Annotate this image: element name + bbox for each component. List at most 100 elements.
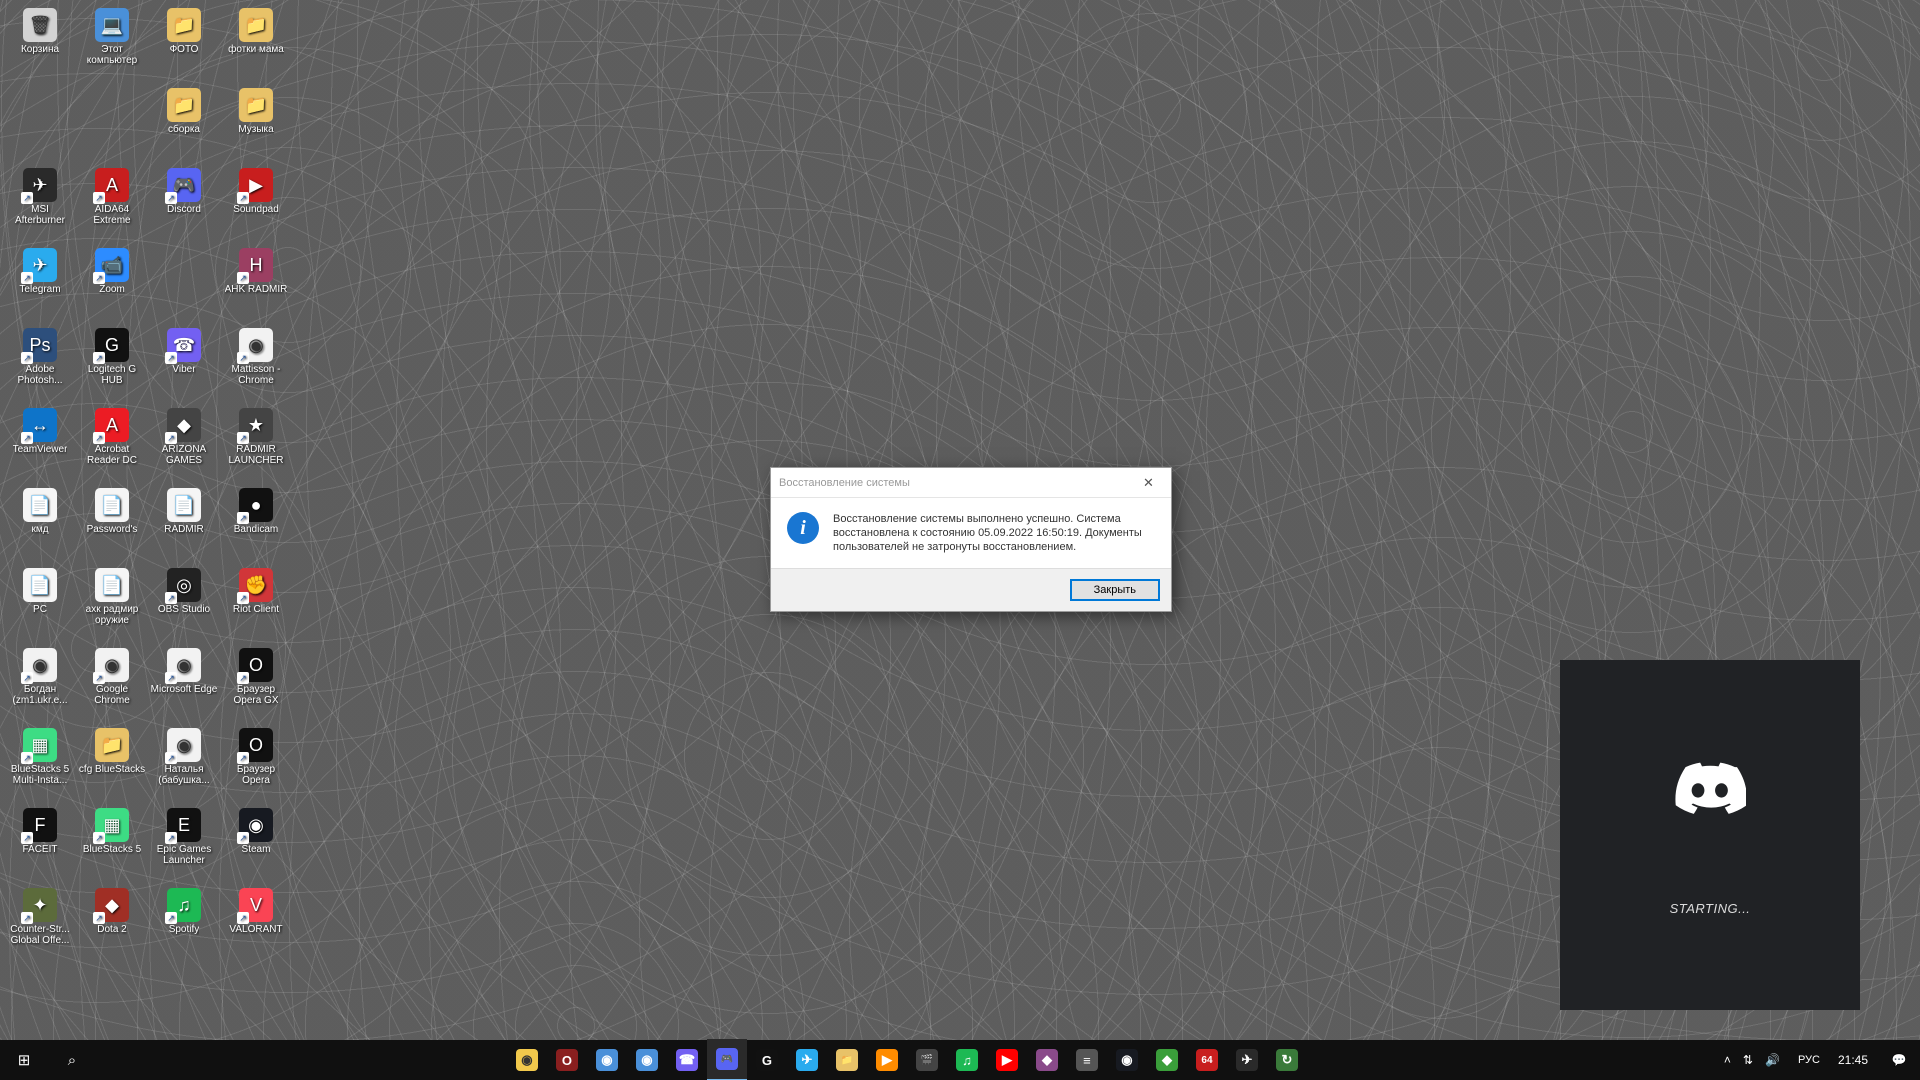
- desktop-icon[interactable]: H↗AHK RADMIR: [220, 244, 292, 324]
- desktop-icon[interactable]: A↗Acrobat Reader DC: [76, 404, 148, 484]
- taskbar-app-youtube[interactable]: ▶: [987, 1040, 1027, 1080]
- taskbar-app-movies[interactable]: 🎬: [907, 1040, 947, 1080]
- desktop-icon[interactable]: ★↗RADMIR LAUNCHER: [220, 404, 292, 484]
- desktop-icon[interactable]: F↗FACEIT: [4, 804, 76, 884]
- desktop-icon[interactable]: ✊↗Riot Client: [220, 564, 292, 644]
- desktop-icon-label: TeamViewer: [13, 444, 68, 455]
- app-icon: ✊↗: [239, 568, 273, 602]
- desktop-icon[interactable]: ▶↗Soundpad: [220, 164, 292, 244]
- desktop-icon-label: Этот компьютер: [78, 44, 146, 66]
- desktop-icon[interactable]: 📄Password's: [76, 484, 148, 564]
- desktop-icon[interactable]: ◉↗Google Chrome: [76, 644, 148, 724]
- clock[interactable]: 21:45: [1832, 1053, 1874, 1067]
- desktop-icon[interactable]: O↗Браузер Opera: [220, 724, 292, 804]
- desktop-icon[interactable]: ●↗Bandicam: [220, 484, 292, 564]
- start-button[interactable]: ⊞: [0, 1040, 48, 1080]
- shortcut-arrow-icon: ↗: [237, 672, 249, 684]
- taskbar-app-chrome-3[interactable]: ◉: [627, 1040, 667, 1080]
- desktop-icon[interactable]: 📄ахк радмир оружие: [76, 564, 148, 644]
- taskbar-app-chrome-2[interactable]: ◉: [587, 1040, 627, 1080]
- desktop-icon[interactable]: A↗AIDA64 Extreme: [76, 164, 148, 244]
- desktop-icon[interactable]: 📁сборка: [148, 84, 220, 164]
- desktop-icon[interactable]: 📹↗Zoom: [76, 244, 148, 324]
- desktop-icon[interactable]: 📁Музыка: [220, 84, 292, 164]
- desktop-icon[interactable]: 🎮↗Discord: [148, 164, 220, 244]
- opera-gx-icon: O: [556, 1049, 578, 1071]
- taskbar-app-steam[interactable]: ◉: [1107, 1040, 1147, 1080]
- volume-icon[interactable]: 🔊: [1765, 1053, 1780, 1067]
- taskbar-app-media[interactable]: ▶: [867, 1040, 907, 1080]
- desktop-icon-label: фотки мама: [228, 44, 284, 55]
- taskbar-app-app1[interactable]: ◆: [1027, 1040, 1067, 1080]
- taskbar-app-viber[interactable]: ☎: [667, 1040, 707, 1080]
- desktop-icon[interactable]: ✈↗Telegram: [4, 244, 76, 324]
- desktop-icon-label: PC: [33, 604, 47, 615]
- search-button[interactable]: ⌕: [48, 1040, 96, 1080]
- desktop-icon[interactable]: 📄кмд: [4, 484, 76, 564]
- action-center-button[interactable]: 💬: [1882, 1040, 1916, 1080]
- shortcut-arrow-icon: ↗: [21, 672, 33, 684]
- desktop-icon[interactable]: ↔↗ TeamViewer: [4, 404, 76, 484]
- system-tray[interactable]: ˄ ⇅ 🔊: [1718, 1053, 1786, 1067]
- app-icon: 📁: [167, 8, 201, 42]
- app-icon: 📄: [23, 568, 57, 602]
- shortcut-arrow-icon: ↗: [93, 272, 105, 284]
- taskbar-app-telegram[interactable]: ✈: [787, 1040, 827, 1080]
- dialog-body: i Восстановление системы выполнено успеш…: [771, 498, 1171, 568]
- desktop-icon[interactable]: 📁ФОТО: [148, 4, 220, 84]
- desktop-icon[interactable]: ✈↗MSI Afterburner: [4, 164, 76, 244]
- taskbar-app-chrome[interactable]: ◉: [507, 1040, 547, 1080]
- desktop-icon[interactable]: ✦↗Counter-Str... Global Offe...: [4, 884, 76, 964]
- app3-icon: ◆: [1156, 1049, 1178, 1071]
- desktop-icon[interactable]: 📄RADMIR: [148, 484, 220, 564]
- desktop-icon[interactable]: Ps↗Adobe Photosh...: [4, 324, 76, 404]
- desktop-icon[interactable]: ♫↗Spotify: [148, 884, 220, 964]
- taskbar-app-app3[interactable]: ◆: [1147, 1040, 1187, 1080]
- desktop-icon[interactable]: 💻Этот компьютер: [76, 4, 148, 84]
- shortcut-arrow-icon: ↗: [237, 512, 249, 524]
- shortcut-arrow-icon: ↗: [237, 272, 249, 284]
- desktop-icon[interactable]: ◉↗Наталья (бабушка...: [148, 724, 220, 804]
- taskbar-app-logitech[interactable]: G: [747, 1040, 787, 1080]
- desktop-area[interactable]: 🗑Корзина💻Этот компьютер📁ФОТО📁фотки мама📁…: [0, 0, 294, 1004]
- taskbar-app-discord[interactable]: 🎮: [707, 1039, 747, 1080]
- taskbar-app-spotify[interactable]: ♫: [947, 1040, 987, 1080]
- taskbar-app-app2[interactable]: ≡: [1067, 1040, 1107, 1080]
- taskbar-app-restore[interactable]: ↻: [1267, 1040, 1307, 1080]
- close-dialog-button[interactable]: Закрыть: [1071, 580, 1159, 600]
- close-button[interactable]: ✕: [1126, 468, 1171, 497]
- taskbar-app-aida64[interactable]: 64: [1187, 1040, 1227, 1080]
- desktop-icon[interactable]: 📄 PC: [4, 564, 76, 644]
- tray-chevron-icon[interactable]: ˄: [1724, 1053, 1731, 1067]
- language-indicator[interactable]: РУС: [1794, 1054, 1824, 1066]
- desktop-icon[interactable]: ▦↗BlueStacks 5 Multi-Insta...: [4, 724, 76, 804]
- desktop-icon[interactable]: ◉↗Богдан (zm1.ukr.e...: [4, 644, 76, 724]
- shortcut-arrow-icon: ↗: [21, 432, 33, 444]
- desktop-icon[interactable]: G↗Logitech G HUB: [76, 324, 148, 404]
- app-icon: ↔↗: [23, 408, 57, 442]
- desktop-icon[interactable]: E↗Epic Games Launcher: [148, 804, 220, 884]
- desktop-icon[interactable]: ☎↗Viber: [148, 324, 220, 404]
- desktop-icon[interactable]: ◆↗Dota 2: [76, 884, 148, 964]
- desktop-icon[interactable]: 📁фотки мама: [220, 4, 292, 84]
- desktop-icon[interactable]: ◎↗OBS Studio: [148, 564, 220, 644]
- desktop-icon[interactable]: 📁cfg BlueStacks: [76, 724, 148, 804]
- dialog-footer: Закрыть: [771, 568, 1171, 611]
- dialog-titlebar[interactable]: Восстановление системы ✕: [771, 468, 1171, 498]
- desktop-icon-label: BlueStacks 5: [83, 844, 141, 855]
- desktop-icon[interactable]: ◉↗Mattisson - Chrome: [220, 324, 292, 404]
- desktop-icon[interactable]: 🗑Корзина: [4, 4, 76, 84]
- taskbar-app-opera-gx[interactable]: O: [547, 1040, 587, 1080]
- desktop-icon-label: Counter-Str... Global Offe...: [6, 924, 74, 946]
- taskbar-app-explorer[interactable]: 📁: [827, 1040, 867, 1080]
- taskbar-app-msi[interactable]: ✈: [1227, 1040, 1267, 1080]
- desktop-icon[interactable]: V↗VALORANT: [220, 884, 292, 964]
- desktop-icon[interactable]: O↗Браузер Opera GX: [220, 644, 292, 724]
- desktop-icon[interactable]: ◉↗Steam: [220, 804, 292, 884]
- desktop-icon[interactable]: ◉↗Microsoft Edge: [148, 644, 220, 724]
- desktop-icon[interactable]: ◆↗ARIZONA GAMES: [148, 404, 220, 484]
- app-icon: ♫↗: [167, 888, 201, 922]
- desktop-icon[interactable]: ▦↗BlueStacks 5: [76, 804, 148, 884]
- shortcut-arrow-icon: ↗: [165, 672, 177, 684]
- wifi-icon[interactable]: ⇅: [1743, 1053, 1753, 1067]
